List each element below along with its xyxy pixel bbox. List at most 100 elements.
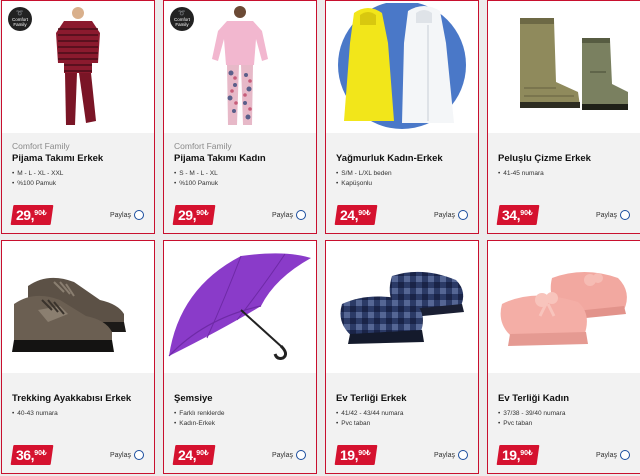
share-circle-icon[interactable]	[134, 210, 144, 220]
raincoat-image	[338, 3, 466, 129]
share-button[interactable]: Paylaş	[110, 450, 144, 460]
price-tag: 24, 90₺	[172, 445, 216, 465]
product-title[interactable]: Pijama Takımı Erkek	[12, 153, 103, 164]
product-card-terlik-kadin[interactable]: Ev Terliği Kadın 37/38 - 39/40 numara Pv…	[487, 240, 640, 474]
product-features: S - M - L - XL %100 Pamuk	[174, 169, 218, 188]
product-card-terlik-erkek[interactable]: Ev Terliği Erkek 41/42 - 43/44 numara Pv…	[325, 240, 479, 474]
share-circle-icon[interactable]	[620, 210, 630, 220]
feature-item: S/M - L/XL beden	[336, 169, 391, 179]
product-image	[2, 241, 154, 373]
brand-name: Comfort Family	[12, 141, 70, 151]
product-features: Farklı renklerde Kadın-Erkek	[174, 409, 224, 428]
share-label: Paylaş	[595, 451, 617, 459]
share-button[interactable]: Paylaş	[596, 210, 630, 220]
product-card-yagmurluk[interactable]: Yağmurluk Kadın-Erkek S/M - L/XL beden K…	[325, 0, 479, 234]
price-tag: 19, 90₺	[334, 445, 378, 465]
price-decimal: 90₺	[196, 209, 209, 217]
share-circle-icon[interactable]	[620, 450, 630, 460]
product-title[interactable]: Şemsiye	[174, 393, 213, 404]
feature-item: 41-45 numara	[498, 169, 543, 179]
product-card-semsiye[interactable]: Şemsiye Farklı renklerde Kadın-Erkek 24,…	[163, 240, 317, 474]
product-image	[164, 241, 316, 373]
price-integer: 19,	[340, 447, 358, 463]
product-card-pijama-kadin[interactable]: ➰ Comfort Family Comfort Family Pijama T…	[163, 0, 317, 234]
product-image	[326, 241, 478, 373]
price-integer: 29,	[178, 207, 196, 223]
share-label: Paylaş	[271, 211, 293, 219]
price-tag: 29, 90₺	[172, 205, 216, 225]
price-decimal: 90₺	[34, 209, 47, 217]
share-label: Paylaş	[433, 211, 455, 219]
product-image	[488, 241, 640, 373]
product-title[interactable]: Ev Terliği Erkek	[336, 393, 407, 404]
feature-item: 40-43 numara	[12, 409, 57, 419]
product-title[interactable]: Trekking Ayakkabısı Erkek	[12, 393, 131, 404]
price-decimal: 90₺	[196, 449, 209, 457]
feature-item: %100 Pamuk	[12, 179, 63, 189]
product-info: Ev Terliği Erkek 41/42 - 43/44 numara Pv…	[326, 373, 478, 473]
product-image	[326, 1, 478, 133]
product-info: Ev Terliği Kadın 37/38 - 39/40 numara Pv…	[488, 373, 640, 473]
share-circle-icon[interactable]	[458, 210, 468, 220]
share-label: Paylaş	[595, 211, 617, 219]
product-title[interactable]: Ev Terliği Kadın	[498, 393, 569, 404]
feature-item: S - M - L - XL	[174, 169, 218, 179]
share-label: Paylaş	[109, 211, 131, 219]
product-title[interactable]: Pijama Takımı Kadın	[174, 153, 266, 164]
price-decimal: 90₺	[358, 209, 371, 217]
feature-item: Pvc taban	[498, 419, 565, 429]
price-integer: 24,	[178, 447, 196, 463]
product-title[interactable]: Yağmurluk Kadın-Erkek	[336, 153, 443, 164]
feature-item: Kapüşonlu	[336, 179, 392, 189]
price-integer: 29,	[16, 207, 34, 223]
price-tag: 24, 90₺	[334, 205, 378, 225]
price-integer: 36,	[16, 447, 34, 463]
product-info: Comfort Family Pijama Takımı Kadın S - M…	[164, 133, 316, 233]
product-card-pijama-erkek[interactable]: ➰ Comfort Family Comfort Family Pijama T…	[1, 0, 155, 234]
product-title[interactable]: Peluşlu Çizme Erkek	[498, 153, 591, 164]
product-image	[488, 1, 640, 133]
price-integer: 19,	[502, 447, 520, 463]
product-grid: ➰ Comfort Family Comfort Family Pijama T…	[0, 0, 640, 476]
share-circle-icon[interactable]	[296, 450, 306, 460]
women-slippers-image	[500, 272, 627, 346]
brand-logo: ➰ Comfort Family	[8, 7, 32, 31]
share-label: Paylaş	[271, 451, 293, 459]
share-button[interactable]: Paylaş	[434, 210, 468, 220]
price-integer: 34,	[502, 207, 520, 223]
product-features: 41/42 - 43/44 numara Pvc taban	[336, 409, 403, 428]
product-features: 37/38 - 39/40 numara Pvc taban	[498, 409, 565, 428]
price-tag: 19, 90₺	[496, 445, 540, 465]
product-features: M - L - XL - XXL %100 Pamuk	[12, 169, 63, 188]
brand-name: Comfort Family	[174, 141, 232, 151]
product-info: Yağmurluk Kadın-Erkek S/M - L/XL beden K…	[326, 133, 478, 233]
share-circle-icon[interactable]	[458, 450, 468, 460]
feature-item: %100 Pamuk	[174, 179, 218, 189]
share-button[interactable]: Paylaş	[596, 450, 630, 460]
share-button[interactable]: Paylaş	[110, 210, 144, 220]
feature-item: Farklı renklerde	[174, 409, 224, 419]
trekking-shoes-image	[12, 277, 126, 352]
pajama-women-image	[212, 6, 268, 125]
feature-item: Kadın-Erkek	[174, 419, 224, 429]
price-decimal: 90₺	[520, 209, 533, 217]
price-tag: 34, 90₺	[496, 205, 540, 225]
feature-item: 41/42 - 43/44 numara	[336, 409, 403, 419]
price-tag: 29, 90₺	[10, 205, 54, 225]
product-features: 41-45 numara	[498, 169, 543, 179]
share-button[interactable]: Paylaş	[272, 450, 306, 460]
product-card-cizme[interactable]: Peluşlu Çizme Erkek 41-45 numara 34, 90₺…	[487, 0, 640, 234]
share-button[interactable]: Paylaş	[272, 210, 306, 220]
price-tag: 36, 90₺	[10, 445, 54, 465]
price-decimal: 90₺	[358, 449, 371, 457]
feature-item: M - L - XL - XXL	[12, 169, 63, 179]
price-decimal: 90₺	[520, 449, 533, 457]
share-button[interactable]: Paylaş	[434, 450, 468, 460]
product-card-trekking[interactable]: Trekking Ayakkabısı Erkek 40-43 numara 3…	[1, 240, 155, 474]
share-circle-icon[interactable]	[134, 450, 144, 460]
price-integer: 24,	[340, 207, 358, 223]
share-circle-icon[interactable]	[296, 210, 306, 220]
boots-image	[520, 18, 628, 110]
product-info: Şemsiye Farklı renklerde Kadın-Erkek 24,…	[164, 373, 316, 473]
product-info: Trekking Ayakkabısı Erkek 40-43 numara 3…	[2, 373, 154, 473]
